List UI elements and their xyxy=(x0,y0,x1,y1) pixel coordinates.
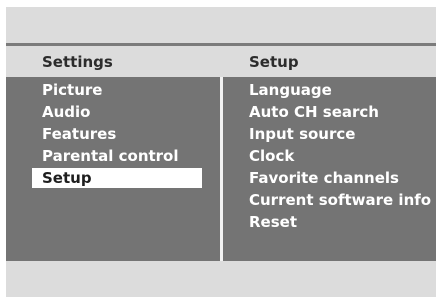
settings-column-title: Settings xyxy=(42,53,113,71)
setup-item-favorite-channels[interactable]: Favorite channels xyxy=(249,167,434,189)
menu-header: Settings Setup xyxy=(6,46,436,77)
bottom-strip xyxy=(6,261,436,297)
settings-item-picture[interactable]: Picture xyxy=(32,79,202,101)
setup-submenu: Language Auto CH search Input source Clo… xyxy=(249,79,434,233)
setup-item-current-software-info[interactable]: Current software info xyxy=(249,189,434,211)
menu-body: Picture Audio Features Parental control … xyxy=(6,77,436,261)
settings-item-setup[interactable]: Setup xyxy=(32,168,202,188)
settings-item-parental-control[interactable]: Parental control xyxy=(32,145,202,167)
setup-item-reset[interactable]: Reset xyxy=(249,211,434,233)
settings-item-features[interactable]: Features xyxy=(32,123,202,145)
settings-item-audio[interactable]: Audio xyxy=(32,101,202,123)
settings-menu: Picture Audio Features Parental control … xyxy=(32,79,202,189)
setup-item-language[interactable]: Language xyxy=(249,79,434,101)
column-divider xyxy=(220,77,223,261)
setup-item-auto-ch-search[interactable]: Auto CH search xyxy=(249,101,434,123)
tv-menu-screen: Settings Setup Picture Audio Features Pa… xyxy=(6,7,436,297)
top-strip xyxy=(6,7,436,43)
setup-column-title: Setup xyxy=(249,53,299,71)
setup-item-input-source[interactable]: Input source xyxy=(249,123,434,145)
setup-item-clock[interactable]: Clock xyxy=(249,145,434,167)
